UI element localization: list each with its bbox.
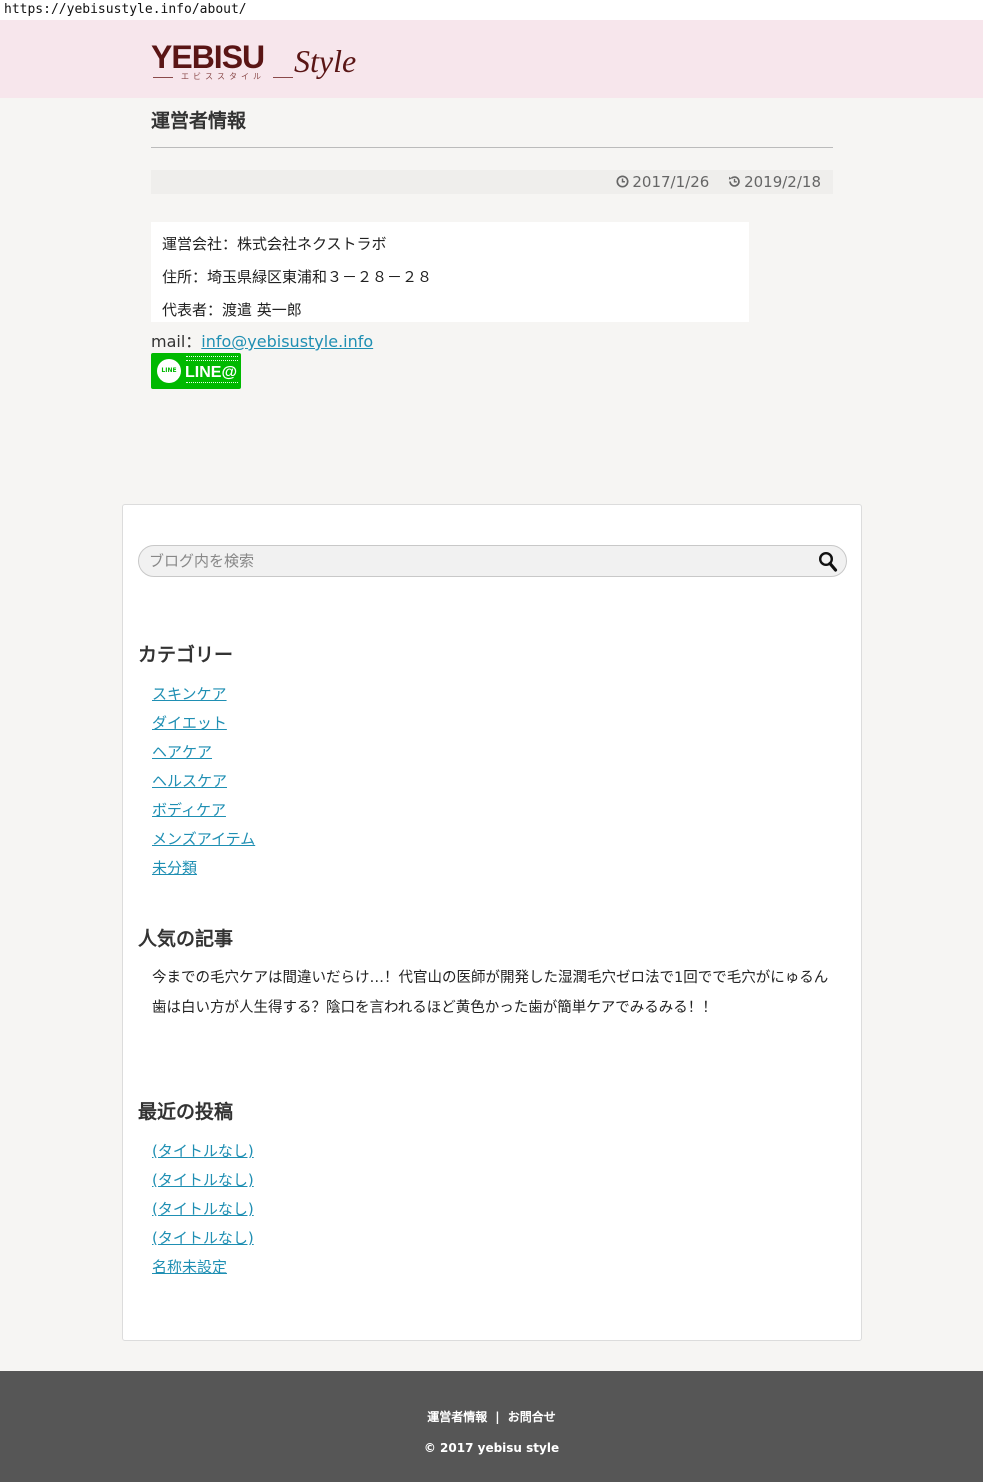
company-name: 運営会社：株式会社ネクストラボ <box>162 235 387 253</box>
mail-label: mail： <box>151 332 202 351</box>
mail-line: mail：info@yebisustyle.info <box>151 331 373 353</box>
footer-link-about[interactable]: 運営者情報 <box>427 1410 487 1424</box>
company-info-box: 運営会社：株式会社ネクストラボ 住所：埼玉県緑区東浦和３－２８－２８ 代表者：渡… <box>151 222 749 322</box>
recent-post-link[interactable]: (タイトルなし) <box>152 1171 254 1189</box>
list-item: ボディケア <box>152 796 255 825</box>
logo-subtitle: エビススタイル <box>153 72 293 82</box>
line-badge-label: LINE@ <box>185 364 238 381</box>
recent-post-link[interactable]: (タイトルなし) <box>152 1142 254 1160</box>
list-item: ヘアケア <box>152 738 255 767</box>
category-link[interactable]: ボディケア <box>152 801 226 819</box>
recent-post-link[interactable]: 名称未設定 <box>152 1258 227 1276</box>
site-header: YEBISU Style エビススタイル <box>0 20 983 98</box>
categories-title: カテゴリー <box>138 644 234 666</box>
address-bar[interactable]: https://yebisustyle.info/about/ <box>0 0 983 20</box>
copyright: © 2017 yebisu style <box>423 1441 560 1455</box>
published-date: 2017/1/26 <box>632 173 710 191</box>
page-title: 運営者情報 <box>151 110 247 132</box>
popular-article[interactable]: 歯は白い方が人生得する？陰口を言われるほど黄色かった歯が簡単ケアでみるみる！！ <box>152 997 842 1020</box>
line-badge-decoration <box>186 356 238 361</box>
footer-nav: 運営者情報 | お問合せ <box>0 1408 983 1426</box>
popular-article[interactable]: 今までの毛穴ケアは間違いだらけ…！代官山の医師が開発した湿潤毛穴ゼロ法で1回でで… <box>152 967 842 990</box>
list-item: (タイトルなし) <box>152 1195 254 1224</box>
company-representative: 代表者：渡遣 英一郎 <box>162 301 302 319</box>
popular-list: 今までの毛穴ケアは間違いだらけ…！代官山の医師が開発した湿潤毛穴ゼロ法で1回でで… <box>152 967 842 1027</box>
logo-script-text: Style <box>294 43 357 79</box>
category-link[interactable]: 未分類 <box>152 859 197 877</box>
category-link[interactable]: ダイエット <box>152 714 227 732</box>
logo-main-text: YEBISU <box>151 39 265 75</box>
category-list: スキンケア ダイエット ヘアケア ヘルスケア ボディケア メンズアイテム 未分類 <box>152 680 255 883</box>
line-badge-decoration <box>186 382 238 384</box>
search-input[interactable] <box>149 549 809 573</box>
mail-link[interactable]: info@yebisustyle.info <box>201 332 373 351</box>
sidebar: カテゴリー スキンケア ダイエット ヘアケア ヘルスケア ボディケア メンズアイ… <box>122 504 862 1341</box>
list-item: ダイエット <box>152 709 255 738</box>
line-add-friend-button[interactable]: LINE LINE@ <box>151 353 241 389</box>
line-logo-icon: LINE <box>157 359 181 383</box>
category-link[interactable]: スキンケア <box>152 685 227 703</box>
recent-post-link[interactable]: (タイトルなし) <box>152 1200 254 1218</box>
title-divider <box>151 147 833 148</box>
list-item: スキンケア <box>152 680 255 709</box>
list-item: メンズアイテム <box>152 825 255 854</box>
recent-posts-title: 最近の投稿 <box>138 1101 234 1123</box>
list-item: (タイトルなし) <box>152 1224 254 1253</box>
category-link[interactable]: メンズアイテム <box>152 830 255 848</box>
history-icon <box>729 176 740 187</box>
recent-posts-list: (タイトルなし) (タイトルなし) (タイトルなし) (タイトルなし) 名称未設… <box>152 1137 254 1282</box>
list-item: ヘルスケア <box>152 767 255 796</box>
list-item: (タイトルなし) <box>152 1166 254 1195</box>
list-item: 名称未設定 <box>152 1253 254 1282</box>
updated-date: 2019/2/18 <box>744 173 821 191</box>
popular-title: 人気の記事 <box>138 928 234 950</box>
list-item: (タイトルなし) <box>152 1137 254 1166</box>
date-bar: 2017/1/26 2019/2/18 <box>151 170 833 194</box>
search-box <box>138 545 847 577</box>
footer-separator: | <box>495 1410 500 1424</box>
clock-icon <box>616 175 629 188</box>
category-link[interactable]: ヘルスケア <box>152 772 227 790</box>
recent-post-link[interactable]: (タイトルなし) <box>152 1229 254 1247</box>
site-footer: 運営者情報 | お問合せ © 2017 yebisu style <box>0 1371 983 1482</box>
list-item: 未分類 <box>152 854 255 883</box>
company-address: 住所：埼玉県緑区東浦和３－２８－２８ <box>162 268 433 286</box>
footer-link-contact[interactable]: お問合せ <box>508 1410 556 1424</box>
search-icon[interactable] <box>818 551 838 573</box>
category-link[interactable]: ヘアケア <box>152 743 212 761</box>
